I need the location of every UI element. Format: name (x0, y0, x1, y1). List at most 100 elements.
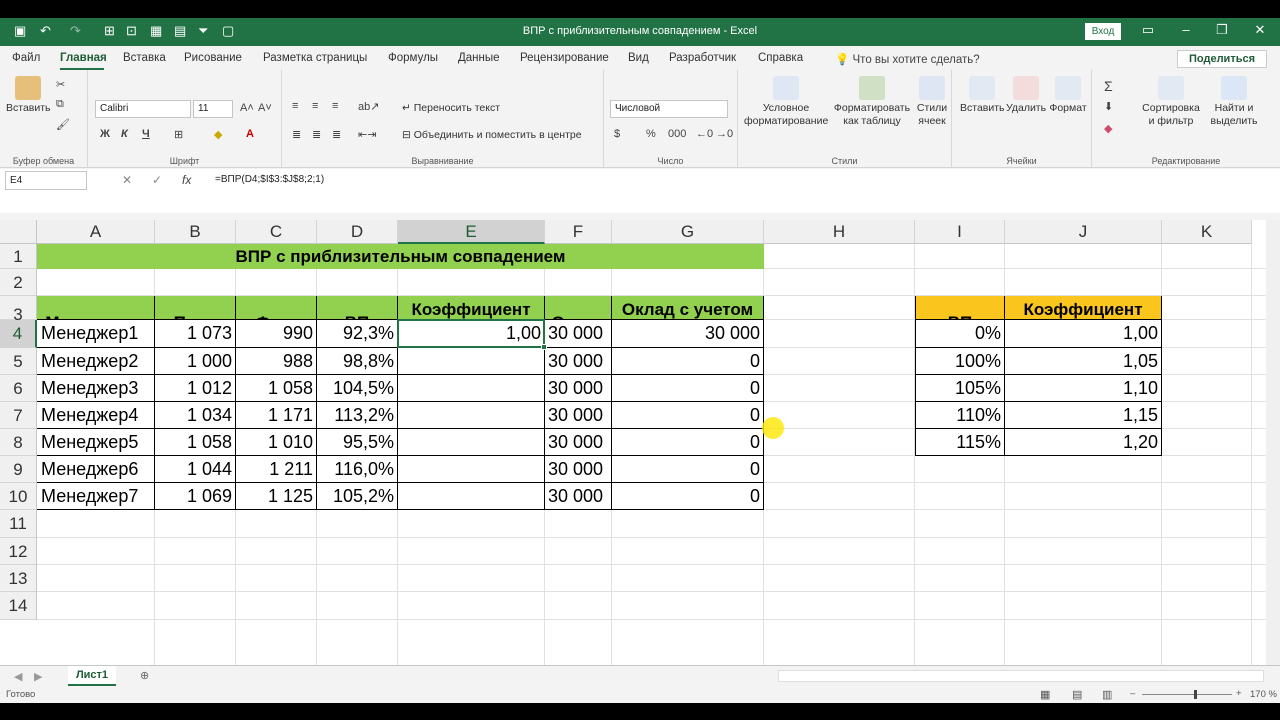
autosum-icon[interactable]: Σ (1104, 78, 1113, 94)
cell-styles-button[interactable]: Стили ячеек (912, 76, 952, 128)
table-cell[interactable]: 105,2% (317, 483, 398, 510)
column-header-J[interactable]: J (1005, 220, 1162, 244)
column-header-I[interactable]: I (915, 220, 1005, 244)
sheet-title[interactable]: ВПР с приблизительным совпадением (37, 244, 764, 269)
table-cell[interactable] (398, 456, 545, 483)
table-cell[interactable]: 0 (612, 375, 764, 402)
bold-button[interactable]: Ж (100, 128, 110, 140)
table-cell[interactable]: Менеджер5 (37, 429, 155, 456)
table-cell[interactable] (398, 483, 545, 510)
row-header-13[interactable]: 13 (0, 565, 37, 592)
table-header[interactable]: Менеджеры (37, 296, 155, 320)
row-header-12[interactable]: 12 (0, 538, 37, 565)
table-header[interactable]: ВП (317, 296, 398, 320)
wrap-text-button[interactable]: ↵ Переносить текст (402, 102, 500, 115)
tab-formulas[interactable]: Формулы (388, 52, 438, 64)
fill-color-icon[interactable]: ◆ (214, 128, 222, 141)
zoom-in-icon[interactable]: + (1236, 688, 1242, 699)
tab-view[interactable]: Вид (628, 52, 649, 64)
table-cell[interactable]: 0 (612, 483, 764, 510)
paste-button[interactable]: Вставить (6, 76, 51, 115)
table-cell[interactable]: 1 171 (236, 402, 317, 429)
table-cell[interactable]: 92,3% (317, 320, 398, 348)
column-header-K[interactable]: K (1162, 220, 1252, 244)
cancel-icon[interactable]: ✕ (122, 173, 132, 187)
tab-developer[interactable]: Разработчик (669, 52, 736, 64)
minimize-icon[interactable]: – (1176, 22, 1196, 37)
table-cell[interactable]: 1 073 (155, 320, 236, 348)
close-icon[interactable]: ✕ (1250, 22, 1270, 38)
zoom-out-icon[interactable]: – (1130, 688, 1135, 699)
cut-icon[interactable]: ✂ (56, 78, 65, 91)
table-cell[interactable]: 990 (236, 320, 317, 348)
tab-home[interactable]: Главная (60, 52, 107, 64)
horizontal-scrollbar[interactable] (778, 670, 1264, 682)
table-cell[interactable]: 1 000 (155, 348, 236, 375)
lookup-cell[interactable]: 110% (915, 402, 1005, 429)
name-box[interactable]: E4 (5, 171, 87, 190)
table-cell[interactable]: Менеджер1 (37, 320, 155, 348)
thousands-icon[interactable]: 000 (668, 128, 686, 140)
underline-button[interactable]: Ч (142, 128, 150, 140)
row-header-1[interactable]: 1 (0, 244, 37, 269)
align-top-icon[interactable]: ≡ (292, 100, 298, 112)
font-color-icon[interactable]: A (246, 128, 254, 140)
table-cell[interactable] (398, 429, 545, 456)
lookup-cell[interactable]: 1,10 (1005, 375, 1162, 402)
format-painter-icon[interactable]: 🖌 (56, 118, 70, 131)
table-cell[interactable]: 30 000 (545, 348, 612, 375)
table-cell[interactable]: 1 010 (236, 429, 317, 456)
table-cell[interactable]: 1 125 (236, 483, 317, 510)
row-header-5[interactable]: 5 (0, 348, 37, 375)
table-cell[interactable]: 1 044 (155, 456, 236, 483)
sheet-tab-list1[interactable]: Лист1 (68, 666, 116, 686)
format-cells-button[interactable]: Формат (1048, 76, 1088, 115)
zoom-level[interactable]: 170 % (1250, 689, 1277, 700)
lookup-header[interactable]: ВП (915, 296, 1005, 320)
column-header-E[interactable]: E (398, 220, 545, 244)
table-cell[interactable]: 30 000 (545, 483, 612, 510)
insert-cells-button[interactable]: Вставить (960, 76, 1005, 115)
table-cell[interactable]: 0 (612, 348, 764, 375)
table-cell[interactable]: 104,5% (317, 375, 398, 402)
delete-cells-button[interactable]: Удалить (1006, 76, 1046, 115)
select-all-corner[interactable] (0, 220, 37, 244)
column-header-B[interactable]: B (155, 220, 236, 244)
normal-view-icon[interactable]: ▦ (1040, 688, 1050, 701)
column-header-F[interactable]: F (545, 220, 612, 244)
fill-handle[interactable] (541, 344, 547, 350)
table-cell[interactable]: 1 058 (155, 429, 236, 456)
column-header-C[interactable]: C (236, 220, 317, 244)
lookup-cell[interactable]: 105% (915, 375, 1005, 402)
lookup-cell[interactable]: 100% (915, 348, 1005, 375)
row-header-2[interactable]: 2 (0, 269, 37, 296)
tab-page-layout[interactable]: Разметка страницы (263, 52, 367, 64)
lookup-header[interactable]: Коэффициент премирования (1005, 296, 1162, 320)
table-cell[interactable]: 1 012 (155, 375, 236, 402)
table-cell[interactable]: 0 (612, 429, 764, 456)
enter-icon[interactable]: ✓ (152, 173, 162, 187)
table-cell[interactable]: 113,2% (317, 402, 398, 429)
prev-sheet-icon[interactable]: ◀ (14, 670, 22, 683)
table-cell[interactable]: Менеджер6 (37, 456, 155, 483)
clear-icon[interactable]: ◆ (1104, 122, 1112, 135)
add-sheet-icon[interactable]: ⊕ (140, 669, 149, 682)
increase-font-icon[interactable]: A˄ (240, 102, 254, 114)
table-cell[interactable]: 0 (612, 402, 764, 429)
table-cell[interactable]: 988 (236, 348, 317, 375)
row-header-4[interactable]: 4 (0, 320, 37, 348)
cond-format-button[interactable]: Условное форматирование (744, 76, 828, 128)
table-cell[interactable]: 1 211 (236, 456, 317, 483)
find-select-button[interactable]: Найти и выделить (1204, 76, 1264, 128)
row-header-7[interactable]: 7 (0, 402, 37, 429)
column-header-H[interactable]: H (764, 220, 915, 244)
number-format-combo[interactable]: Числовой (610, 100, 728, 118)
align-middle-icon[interactable]: ≡ (312, 100, 318, 112)
align-bottom-icon[interactable]: ≡ (332, 100, 338, 112)
row-header-9[interactable]: 9 (0, 456, 37, 483)
indent-icon[interactable]: ⇤⇥ (358, 128, 376, 141)
font-name-combo[interactable]: Calibri (95, 100, 191, 118)
row-header-6[interactable]: 6 (0, 375, 37, 402)
table-cell[interactable]: 30 000 (545, 429, 612, 456)
lookup-cell[interactable]: 1,00 (1005, 320, 1162, 348)
